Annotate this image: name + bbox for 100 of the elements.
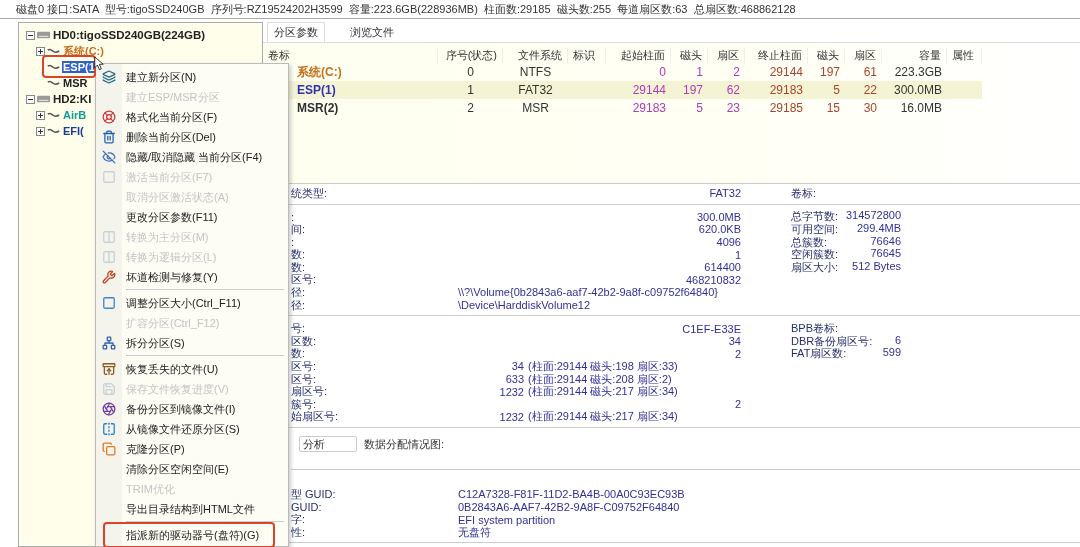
partition-icon [47, 47, 60, 55]
column-header[interactable]: 标识 [568, 47, 606, 63]
field-label: 区号: [291, 273, 318, 287]
table-cell-text: 29144 [768, 65, 804, 79]
flip-icon [102, 422, 116, 436]
expand-toggle[interactable] [36, 46, 45, 56]
tree-item[interactable]: MSR [62, 77, 89, 89]
field-label: 字: [291, 512, 307, 527]
field-label: 号: [291, 321, 307, 336]
tree-item[interactable]: EFI( [62, 125, 85, 137]
column-header[interactable]: 终止柱面 [745, 47, 808, 63]
field-label: 区号: [291, 372, 318, 386]
menu-item[interactable]: 备份分区到镜像文件(I) [96, 399, 288, 419]
field-value: 633 [504, 373, 524, 385]
partition-icon [47, 127, 60, 135]
field-value: 76645 [870, 247, 901, 262]
field-label: 数: [291, 247, 307, 262]
field-value: 614400 [703, 261, 741, 274]
field-value: 620.0KB [697, 223, 741, 236]
menu-item[interactable]: 清除分区空闲空间(E) [96, 459, 288, 479]
partition-icon [47, 111, 60, 119]
table-cell-text: 1 [466, 83, 475, 97]
field-value: 512 Bytes [852, 259, 901, 274]
field-value: 2 [733, 347, 741, 360]
menu-item[interactable]: 删除当前分区(Del) [96, 127, 288, 147]
copy-icon [102, 442, 116, 456]
field-value: 34 [510, 360, 524, 373]
table-cell-text: MSR(2) [296, 101, 340, 115]
field-label: 簇号: [291, 397, 318, 410]
column-header[interactable]: 序号(状态) [438, 47, 503, 63]
field-value: C12A7328-F81F-11D2-BA4B-00A0C93EC93B [458, 488, 685, 501]
field-label: 性: [291, 525, 307, 540]
menu-item[interactable]: 格式化当前分区(F) [96, 107, 288, 127]
menu-item[interactable]: 导出目录结构到HTML文件 [96, 499, 288, 519]
table-cell-text: 61 [862, 65, 878, 79]
field-label: 卷标: [791, 185, 817, 201]
tab[interactable]: 分区参数 [267, 22, 325, 42]
table-cell-text: 29183 [631, 101, 667, 115]
column-header[interactable]: 磁头 [671, 47, 708, 63]
tree-item[interactable]: HD0:tigoSSD240GB(224GB) [52, 29, 207, 41]
square-icon [102, 296, 116, 310]
location-detail: (柱面:29144 磁头:198 扇区:33) [528, 358, 678, 374]
column-header[interactable]: 磁头 [808, 47, 845, 63]
location-detail: (柱面:29144 磁头:208 扇区:2) [528, 372, 672, 385]
field-value: 76646 [870, 234, 901, 249]
field-label: : [291, 210, 296, 223]
menu-item[interactable]: 隐藏/取消隐藏 当前分区(F4) [96, 147, 288, 167]
column-header[interactable]: 起始柱面 [606, 47, 671, 63]
field-label: 总簇数: [791, 235, 828, 248]
column-header[interactable]: 属性 [947, 47, 982, 63]
column-header[interactable]: 扇区 [845, 47, 882, 63]
field-value: 2 [733, 398, 741, 411]
tree-item[interactable]: HD2:KI [52, 93, 93, 105]
menu-item[interactable]: 克隆分区(P) [96, 439, 288, 459]
field-value: 0B2843A6-AAF7-42B2-9A8F-C09752F64840 [458, 501, 680, 513]
lifebuoy-icon [102, 110, 116, 124]
square-icon [102, 170, 116, 184]
menu-item[interactable]: 坏道检测与修复(Y) [96, 267, 288, 287]
expand-toggle[interactable] [26, 94, 35, 104]
field-label: 总字节数: [791, 209, 839, 224]
expand-toggle[interactable] [36, 126, 45, 136]
field-label: 区号: [291, 359, 318, 374]
field-value: 1232 [498, 410, 524, 423]
field-label: BPB卷标: [791, 321, 839, 336]
table-cell-text: 62 [725, 83, 741, 97]
field-label: : [291, 236, 296, 249]
column-header[interactable]: 扇区 [708, 47, 745, 63]
save-icon [102, 382, 116, 396]
network-icon [102, 336, 116, 350]
archive-icon [102, 362, 116, 376]
expand-toggle[interactable] [36, 110, 45, 120]
table-cell-text: 0 [466, 65, 475, 79]
tab[interactable]: 浏览文件 [343, 22, 401, 42]
field-value: 34 [727, 335, 741, 348]
column-header[interactable]: 文件系统 [503, 47, 568, 63]
tree-item[interactable]: ESP(1 [62, 61, 96, 73]
table-cell-text: 22 [862, 83, 878, 97]
table-cell-text: 0 [658, 65, 667, 79]
field-label: DBR备份扇区号: [791, 334, 873, 347]
disk-info: 磁盘0 接口:SATA 型号:tigoSSD240GB 序列号:RZ19524202H3599 容量:223.6GB(228936MB) 柱面数:29185 磁头数:255 每道扇区数:63 总扇区数:468862128 [0, 0, 1080, 19]
menu-item[interactable]: 调整分区大小(Ctrl_F11) [96, 293, 288, 313]
field-label: FAT扇区数: [791, 346, 847, 362]
expand-toggle[interactable] [26, 30, 35, 40]
table-cell-text: NTFS [518, 65, 553, 79]
menu-item[interactable]: 从镜像文件还原分区(S) [96, 419, 288, 439]
column-header[interactable]: 卷标 [263, 47, 438, 63]
column-header[interactable]: 容量 [882, 47, 947, 63]
table-cell-text: 300.0MB [892, 83, 943, 97]
menu-item[interactable]: 指派新的驱动器号(盘符)(G) [96, 525, 288, 545]
analyze-button[interactable]: 分析 [299, 436, 357, 453]
field-label: 径: [291, 298, 307, 313]
columns-icon [102, 250, 116, 264]
field-label: 始扇区号: [291, 409, 340, 425]
menu-item[interactable]: 拆分分区(S) [96, 333, 288, 353]
field-label: GUID: [291, 501, 323, 513]
table-cell-text: 29183 [768, 83, 804, 97]
menu-item[interactable]: 恢复丢失的文件(U) [96, 359, 288, 379]
field-label: 径: [291, 285, 307, 300]
table-cell-text: 29185 [768, 101, 804, 115]
menu-item[interactable]: 更改分区参数(F11) [96, 207, 288, 227]
